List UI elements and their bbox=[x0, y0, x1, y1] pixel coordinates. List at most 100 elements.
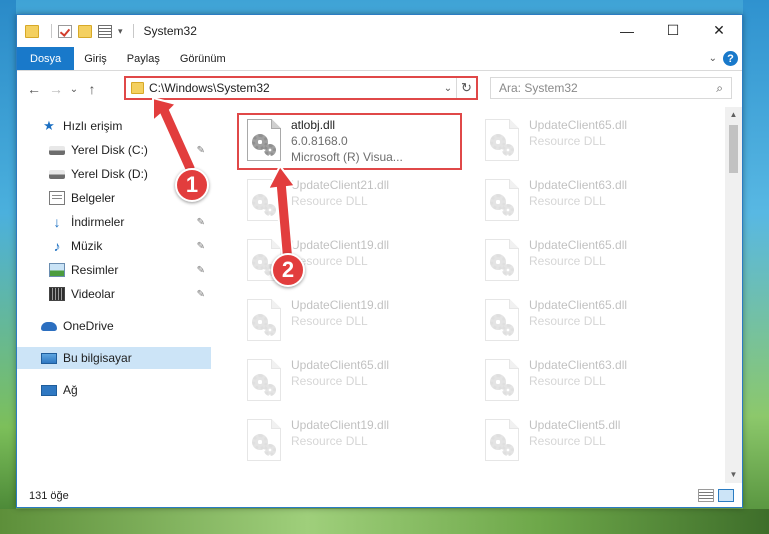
search-placeholder: Ara: System32 bbox=[499, 81, 578, 95]
details-view-icon[interactable] bbox=[698, 489, 714, 502]
file-item[interactable]: UpdateClient65.dll Resource DLL bbox=[477, 235, 703, 293]
title-bar: ▾ System32 — ☐ ✕ bbox=[17, 15, 742, 47]
file-item[interactable]: UpdateClient19.dll Resource DLL bbox=[239, 415, 465, 473]
documents-icon bbox=[49, 191, 65, 205]
search-icon: ⌕ bbox=[716, 81, 723, 95]
address-dropdown-icon[interactable]: ⌄ bbox=[440, 83, 456, 94]
desktop-background-bottom bbox=[0, 509, 769, 534]
file-item[interactable]: UpdateClient65.dll Resource DLL bbox=[477, 115, 703, 173]
dll-file-icon bbox=[247, 419, 281, 461]
file-name: UpdateClient19.dll bbox=[291, 298, 390, 312]
tab-file[interactable]: Dosya bbox=[17, 47, 75, 70]
file-item[interactable]: UpdateClient5.dll Resource DLL bbox=[477, 415, 703, 473]
network-icon bbox=[41, 384, 57, 396]
tab-view[interactable]: Görünüm bbox=[170, 47, 236, 70]
view-toggle bbox=[698, 489, 734, 502]
desktop-background-left bbox=[0, 0, 16, 534]
file-type: Resource DLL bbox=[291, 254, 368, 268]
forward-button[interactable]: → bbox=[45, 81, 67, 97]
sidebar-item-label: Müzik bbox=[71, 239, 103, 253]
vertical-scrollbar[interactable]: ▲ ▼ bbox=[725, 107, 742, 483]
ribbon-right-controls: ⌄ ? bbox=[709, 51, 738, 66]
separator bbox=[51, 24, 52, 38]
window-controls: — ☐ ✕ bbox=[604, 15, 742, 46]
sidebar-item-label: Hızlı erişim bbox=[63, 119, 123, 133]
file-name: UpdateClient65.dll bbox=[529, 238, 628, 252]
sidebar-item-downloads[interactable]: ↓ İndirmeler ✎ bbox=[17, 211, 211, 233]
file-item[interactable]: UpdateClient65.dll Resource DLL bbox=[239, 355, 465, 413]
dll-file-icon bbox=[247, 359, 281, 401]
sidebar-item-music[interactable]: ♪ Müzik ✎ bbox=[17, 235, 211, 257]
sidebar-item-label: Resimler bbox=[71, 263, 119, 277]
disk-icon bbox=[49, 169, 65, 179]
file-type: Resource DLL bbox=[291, 374, 368, 388]
navigation-bar: ← → ⌄ ↑ C:\Windows\System32 ⌄ ↻ Ara: Sys… bbox=[17, 72, 742, 106]
file-type: Resource DLL bbox=[529, 254, 606, 268]
help-icon[interactable]: ? bbox=[723, 51, 738, 66]
properties-icon[interactable] bbox=[98, 24, 112, 38]
file-type: Resource DLL bbox=[529, 314, 606, 328]
quick-access-icon: ★ bbox=[43, 118, 55, 133]
window-title: System32 bbox=[143, 24, 197, 38]
properties-check-icon[interactable] bbox=[58, 24, 72, 38]
this-pc-icon bbox=[41, 352, 57, 364]
file-name: UpdateClient65.dll bbox=[529, 118, 628, 132]
chevron-down-icon[interactable]: ⌄ bbox=[709, 53, 717, 64]
sidebar-item-label: Yerel Disk (D:) bbox=[71, 167, 148, 181]
sidebar-item-this-pc[interactable]: Bu bilgisayar bbox=[17, 347, 211, 369]
search-input[interactable]: Ara: System32 ⌕ bbox=[490, 77, 732, 99]
file-type: Resource DLL bbox=[291, 194, 368, 208]
close-button[interactable]: ✕ bbox=[696, 15, 742, 46]
sidebar-item-onedrive[interactable]: OneDrive bbox=[17, 315, 211, 337]
pin-icon: ✎ bbox=[196, 288, 205, 300]
dll-file-icon bbox=[485, 359, 519, 401]
scrollbar-thumb[interactable] bbox=[729, 125, 738, 173]
item-count: 131 öğe bbox=[29, 490, 69, 502]
maximize-button[interactable]: ☐ bbox=[650, 15, 696, 46]
sidebar-item-disk-c[interactable]: Yerel Disk (C:) ✎ bbox=[17, 139, 211, 161]
file-type: Resource DLL bbox=[291, 314, 368, 328]
music-icon: ♪ bbox=[53, 238, 61, 254]
sidebar-item-network[interactable]: Ağ bbox=[17, 379, 211, 401]
minimize-button[interactable]: — bbox=[604, 15, 650, 46]
scroll-up-icon[interactable]: ▲ bbox=[725, 107, 742, 123]
file-name: UpdateClient19.dll bbox=[291, 418, 390, 432]
sidebar-item-pictures[interactable]: Resimler ✎ bbox=[17, 259, 211, 281]
file-name: UpdateClient19.dll bbox=[291, 238, 390, 252]
sidebar-item-videos[interactable]: Videolar ✎ bbox=[17, 283, 211, 305]
tab-share[interactable]: Paylaş bbox=[117, 47, 170, 70]
file-item[interactable]: UpdateClient21.dll Resource DLL bbox=[239, 175, 465, 233]
dll-file-icon bbox=[485, 119, 519, 161]
pin-icon: ✎ bbox=[196, 264, 205, 276]
file-name: UpdateClient21.dll bbox=[291, 178, 390, 192]
dll-file-icon bbox=[485, 299, 519, 341]
up-button[interactable]: ↑ bbox=[81, 81, 103, 97]
new-folder-icon[interactable] bbox=[78, 24, 92, 38]
file-item[interactable]: UpdateClient19.dll Resource DLL bbox=[239, 295, 465, 353]
file-item[interactable]: UpdateClient63.dll Resource DLL bbox=[477, 175, 703, 233]
address-bar[interactable]: C:\Windows\System32 ⌄ ↻ bbox=[124, 76, 478, 100]
dll-file-icon bbox=[485, 419, 519, 461]
file-type: Resource DLL bbox=[529, 374, 606, 388]
sidebar-item-label: Videolar bbox=[71, 287, 115, 301]
dll-file-icon bbox=[485, 179, 519, 221]
sidebar-item-label: İndirmeler bbox=[71, 215, 125, 229]
recent-locations-button[interactable]: ⌄ bbox=[67, 84, 81, 95]
dll-file-icon bbox=[485, 239, 519, 281]
sidebar-item-quick-access[interactable]: ★ Hızlı erişim bbox=[17, 115, 211, 137]
customize-toolbar-icon[interactable]: ▾ bbox=[118, 26, 123, 37]
file-type: Resource DLL bbox=[529, 134, 606, 148]
scroll-down-icon[interactable]: ▼ bbox=[725, 467, 742, 483]
folder-icon bbox=[25, 24, 39, 38]
address-text[interactable]: C:\Windows\System32 bbox=[149, 81, 440, 95]
tab-home[interactable]: Giriş bbox=[74, 47, 117, 70]
navigation-pane: ★ Hızlı erişim Yerel Disk (C:) ✎ Yerel D… bbox=[17, 107, 213, 481]
pin-icon: ✎ bbox=[196, 144, 205, 156]
sidebar-item-label: Bu bilgisayar bbox=[63, 351, 132, 365]
refresh-button[interactable]: ↻ bbox=[456, 78, 476, 98]
file-item[interactable]: UpdateClient63.dll Resource DLL bbox=[477, 355, 703, 413]
back-button[interactable]: ← bbox=[23, 81, 45, 97]
file-item[interactable]: UpdateClient65.dll Resource DLL bbox=[477, 295, 703, 353]
tiles-view-icon[interactable] bbox=[718, 489, 734, 502]
sidebar-item-label: OneDrive bbox=[63, 319, 114, 333]
